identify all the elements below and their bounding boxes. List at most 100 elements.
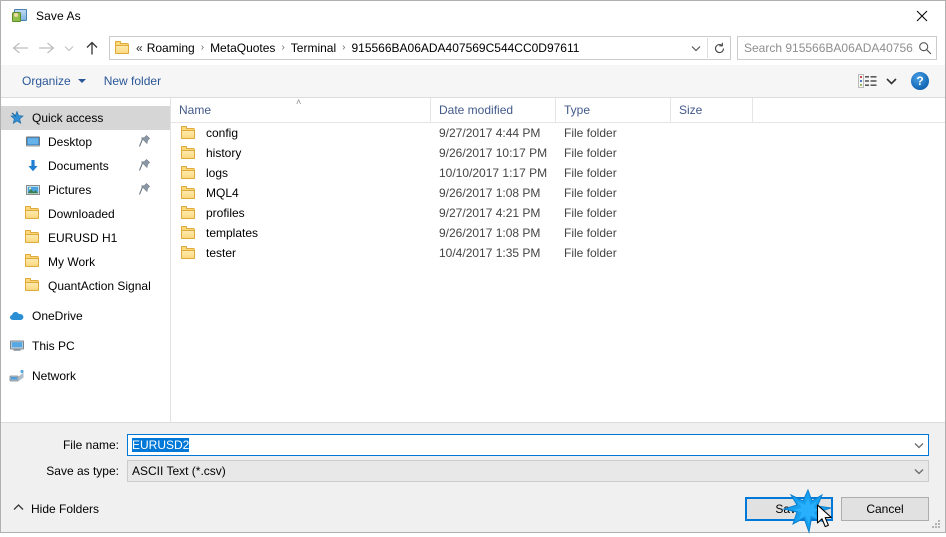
- sidebar-item-this-pc[interactable]: This PC: [1, 334, 170, 358]
- table-row[interactable]: MQL4 9/26/2017 1:08 PM File folder: [171, 183, 945, 203]
- file-type-cell: File folder: [564, 186, 617, 200]
- breadcrumb-chevron-icon[interactable]: ›: [337, 43, 350, 53]
- chevron-down-icon[interactable]: [910, 461, 928, 481]
- sidebar-item-quick-access[interactable]: Quick access: [1, 106, 170, 130]
- pin-icon[interactable]: [138, 182, 152, 198]
- folder-icon: [25, 206, 41, 222]
- table-row[interactable]: templates 9/26/2017 1:08 PM File folder: [171, 223, 945, 243]
- column-header-name[interactable]: Name ˄: [171, 98, 431, 122]
- sidebar-item-eurusd-h1[interactable]: EURUSD H1: [1, 226, 170, 250]
- file-name-label: config: [206, 126, 239, 140]
- file-name-cell: config: [171, 126, 431, 140]
- sidebar-item-label: Pictures: [48, 183, 92, 197]
- pin-icon[interactable]: [138, 134, 152, 150]
- table-row[interactable]: tester 10/4/2017 1:35 PM File folder: [171, 243, 945, 263]
- new-folder-button[interactable]: New folder: [97, 70, 168, 92]
- breadcrumb-item-terminal[interactable]: Terminal: [290, 41, 337, 55]
- search-icon[interactable]: [914, 37, 936, 59]
- table-row[interactable]: config 9/27/2017 4:44 PM File folder: [171, 123, 945, 143]
- up-button[interactable]: [79, 35, 105, 61]
- file-date-cell: 9/26/2017 1:08 PM: [439, 226, 541, 240]
- sidebar-item-my-work[interactable]: My Work: [1, 250, 170, 274]
- column-header-date-modified[interactable]: Date modified: [431, 98, 556, 122]
- navigation-bar: « Roaming › MetaQuotes › Terminal › 9155…: [1, 31, 945, 65]
- column-header-type[interactable]: Type: [556, 98, 671, 122]
- folder-icon: [181, 186, 197, 200]
- folder-icon: [181, 226, 197, 240]
- sidebar-item-onedrive[interactable]: OneDrive: [1, 304, 170, 328]
- forward-button[interactable]: [33, 35, 59, 61]
- folder-icon: [25, 254, 41, 270]
- sidebar-item-label: EURUSD H1: [48, 231, 118, 245]
- breadcrumb-item-roaming[interactable]: Roaming: [146, 41, 196, 55]
- save-as-type-label: Save as type:: [46, 464, 119, 478]
- file-type-cell: File folder: [564, 226, 617, 240]
- dialog-footer: Hide Folders Save Cancel: [1, 486, 945, 532]
- column-header-size[interactable]: Size: [671, 98, 753, 122]
- breadcrumb-overflow[interactable]: «: [135, 41, 146, 55]
- file-name-label: File name:: [62, 438, 119, 452]
- recent-locations-icon[interactable]: [59, 35, 79, 61]
- breadcrumb-chevron-icon[interactable]: ›: [276, 43, 289, 53]
- onedrive-cloud-icon: [9, 308, 25, 324]
- view-options-button[interactable]: [854, 71, 901, 91]
- breadcrumb-item-metaquotes[interactable]: MetaQuotes: [209, 41, 276, 55]
- file-list-pane: Name ˄ Date modified Type Size config 9/…: [171, 98, 945, 422]
- sidebar-item-label: Quick access: [32, 111, 104, 125]
- sidebar-item-quantaction-signal[interactable]: QuantAction Signal: [1, 274, 170, 298]
- sidebar-item-desktop[interactable]: Desktop: [1, 130, 170, 154]
- file-name-cell: logs: [171, 166, 431, 180]
- desktop-icon: [25, 134, 41, 150]
- hide-folders-button[interactable]: Hide Folders: [13, 502, 99, 516]
- organize-button[interactable]: Organize: [15, 70, 93, 92]
- file-name-label: tester: [206, 246, 237, 260]
- table-row[interactable]: history 9/26/2017 10:17 PM File folder: [171, 143, 945, 163]
- sidebar-item-label: Desktop: [48, 135, 93, 149]
- file-name-label: MQL4: [206, 186, 239, 200]
- folder-icon: [25, 278, 41, 294]
- sidebar-item-label: Downloaded: [48, 207, 115, 221]
- table-row[interactable]: profiles 9/27/2017 4:21 PM File folder: [171, 203, 945, 223]
- save-as-type-row: Save as type: ASCII Text (*.csv): [1, 460, 945, 482]
- file-type-cell: File folder: [564, 146, 617, 160]
- folder-icon: [181, 166, 197, 180]
- new-folder-label: New folder: [103, 74, 162, 88]
- breadcrumb-chevron-icon[interactable]: ›: [196, 43, 209, 53]
- file-name-input[interactable]: EURUSD2: [127, 434, 929, 456]
- column-header-label: Name: [179, 103, 212, 117]
- file-name-row: File name: EURUSD2: [1, 434, 945, 456]
- column-headers: Name ˄ Date modified Type Size: [171, 98, 945, 123]
- breadcrumb-item-guid[interactable]: 915566BA06ADA407569C544CC0D97611: [350, 41, 580, 55]
- file-date-cell: 9/27/2017 4:44 PM: [439, 126, 541, 140]
- help-button[interactable]: ?: [911, 72, 929, 90]
- sidebar-item-downloaded[interactable]: Downloaded: [1, 202, 170, 226]
- cancel-button[interactable]: Cancel: [841, 497, 929, 521]
- resize-grip[interactable]: [930, 518, 942, 530]
- chevron-down-icon[interactable]: [685, 37, 707, 59]
- save-as-type-select[interactable]: ASCII Text (*.csv): [127, 460, 929, 482]
- title-bar: Save As: [1, 1, 945, 31]
- sidebar-item-pictures[interactable]: Pictures: [1, 178, 170, 202]
- file-type-cell: File folder: [564, 206, 617, 220]
- sidebar-item-network[interactable]: Network: [1, 364, 170, 388]
- folder-icon: [181, 246, 197, 260]
- pin-icon[interactable]: [138, 158, 152, 174]
- network-icon: [9, 368, 25, 384]
- hide-folders-label: Hide Folders: [31, 502, 100, 516]
- close-icon[interactable]: [899, 1, 945, 31]
- table-row[interactable]: logs 10/10/2017 1:17 PM File folder: [171, 163, 945, 183]
- sidebar-item-documents[interactable]: Documents: [1, 154, 170, 178]
- file-rows: config 9/27/2017 4:44 PM File folder his…: [171, 123, 945, 422]
- search-input[interactable]: Search 915566BA06ADA40756...: [737, 36, 937, 60]
- file-date-cell: 10/10/2017 1:17 PM: [439, 166, 548, 180]
- refresh-icon[interactable]: [708, 37, 730, 59]
- breadcrumb: « Roaming › MetaQuotes › Terminal › 9155…: [135, 41, 685, 55]
- address-bar[interactable]: « Roaming › MetaQuotes › Terminal › 9155…: [109, 36, 731, 60]
- dialog-body: Quick access Desktop Documents Pictures …: [1, 98, 945, 423]
- chevron-down-icon[interactable]: [910, 435, 928, 455]
- save-as-icon: [12, 8, 28, 24]
- save-button[interactable]: Save: [745, 497, 833, 521]
- back-button[interactable]: [7, 35, 33, 61]
- file-name-cell: history: [171, 146, 431, 160]
- file-date-cell: 9/26/2017 1:08 PM: [439, 186, 541, 200]
